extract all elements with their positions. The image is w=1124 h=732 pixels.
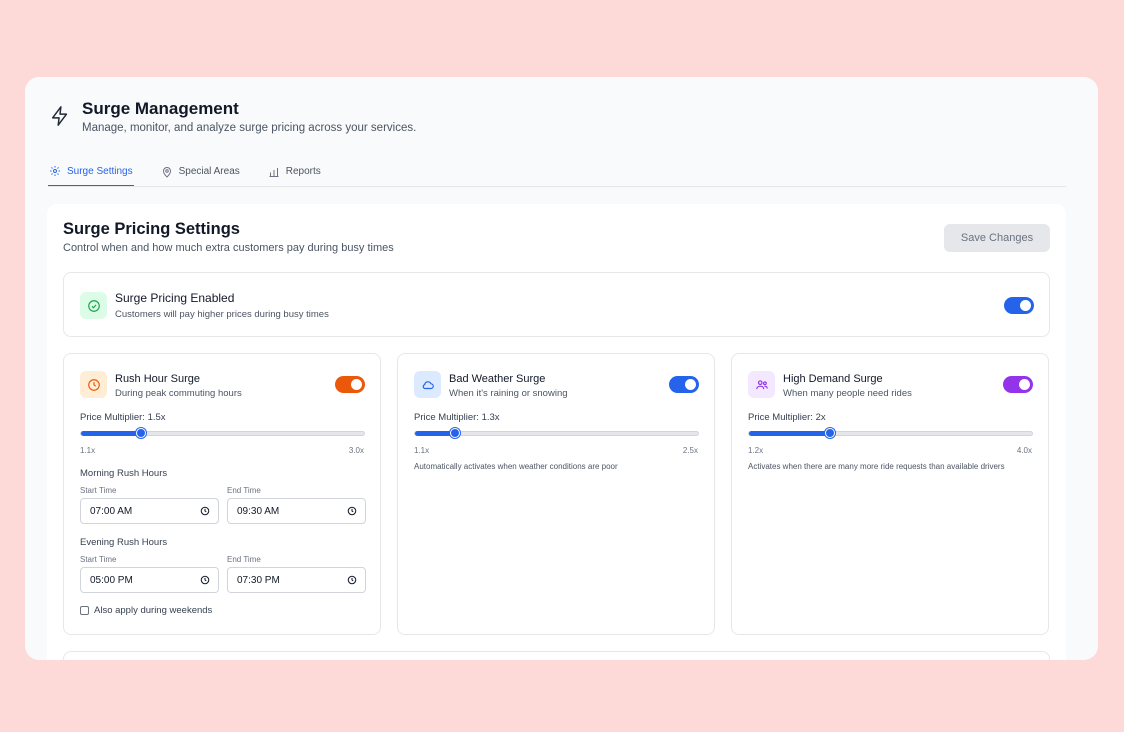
slider-thumb[interactable] <box>824 428 835 438</box>
slider-max-label: 3.0x <box>348 446 364 455</box>
time-value: 05:00 PM <box>90 574 133 586</box>
rush-hour-description: During peak commuting hours <box>115 388 242 399</box>
clock-icon <box>200 575 210 585</box>
surge-enabled-toggle[interactable] <box>1004 297 1034 314</box>
panel-title: Surge Pricing Settings <box>63 220 240 238</box>
weekend-checkbox[interactable] <box>80 606 89 615</box>
rush-hour-card: Rush Hour Surge During peak commuting ho… <box>63 353 381 635</box>
time-value: 07:00 AM <box>90 505 133 517</box>
map-pin-icon <box>162 166 171 178</box>
slider-min-label: 1.1x <box>414 446 430 455</box>
high-demand-note: Activates when there are many more ride … <box>748 462 1005 471</box>
high-demand-toggle[interactable] <box>1003 376 1033 393</box>
high-demand-card: High Demand Surge When many people need … <box>731 353 1049 635</box>
page-subtitle: Manage, monitor, and analyze surge prici… <box>82 122 417 134</box>
clock-icon <box>347 506 357 516</box>
high-demand-title: High Demand Surge <box>783 373 883 385</box>
bad-weather-slider[interactable] <box>414 428 699 438</box>
rush-hour-toggle[interactable] <box>335 376 365 393</box>
morning-end-label: End Time <box>227 486 261 495</box>
evening-start-input[interactable]: 05:00 PM <box>80 567 219 593</box>
rush-hour-slider[interactable] <box>80 428 365 438</box>
check-circle-icon <box>80 292 107 319</box>
bar-chart-icon <box>269 167 279 177</box>
surge-enabled-card: Surge Pricing Enabled Customers will pay… <box>63 272 1050 337</box>
users-icon <box>748 371 775 398</box>
slider-min-label: 1.2x <box>748 446 764 455</box>
rush-hour-multiplier-label: Price Multiplier: 1.5x <box>80 412 166 423</box>
bad-weather-multiplier-label: Price Multiplier: 1.3x <box>414 412 500 423</box>
save-changes-button[interactable]: Save Changes <box>944 224 1050 252</box>
evening-end-input[interactable]: 07:30 PM <box>227 567 366 593</box>
app-window: Surge Management Manage, monitor, and an… <box>25 77 1098 660</box>
time-value: 07:30 PM <box>237 574 280 586</box>
cloud-icon <box>414 371 441 398</box>
morning-rush-label: Morning Rush Hours <box>80 468 168 479</box>
next-section-card <box>63 651 1050 660</box>
surge-enabled-description: Customers will pay higher prices during … <box>115 309 329 320</box>
tab-bar: Surge Settings Special Areas Reports <box>48 157 1066 187</box>
slider-max-label: 4.0x <box>1016 446 1032 455</box>
tab-label: Reports <box>285 166 321 177</box>
morning-start-input[interactable]: 07:00 AM <box>80 498 219 524</box>
evening-end-label: End Time <box>227 555 261 564</box>
morning-start-label: Start Time <box>80 486 117 495</box>
tab-label: Special Areas <box>178 166 240 177</box>
clock-icon <box>347 575 357 585</box>
slider-thumb[interactable] <box>135 428 146 438</box>
bad-weather-toggle[interactable] <box>669 376 699 393</box>
bad-weather-description: When it's raining or snowing <box>449 388 568 399</box>
time-value: 09:30 AM <box>237 505 280 517</box>
bad-weather-note: Automatically activates when weather con… <box>414 462 618 471</box>
page-title: Surge Management <box>82 99 239 118</box>
morning-end-input[interactable]: 09:30 AM <box>227 498 366 524</box>
page-header: Surge Management Manage, monitor, and an… <box>49 99 416 134</box>
clock-icon <box>80 371 107 398</box>
slider-fill <box>81 431 141 436</box>
surge-settings-panel: Surge Pricing Settings Control when and … <box>47 204 1066 660</box>
bad-weather-card: Bad Weather Surge When it's raining or s… <box>397 353 715 635</box>
bad-weather-title: Bad Weather Surge <box>449 373 546 385</box>
panel-subtitle: Control when and how much extra customer… <box>63 242 394 254</box>
tab-label: Surge Settings <box>67 165 133 177</box>
tab-reports[interactable]: Reports <box>267 157 322 186</box>
tab-special-areas[interactable]: Special Areas <box>160 157 241 186</box>
high-demand-slider[interactable] <box>748 428 1033 438</box>
bolt-icon <box>51 106 68 126</box>
evening-start-label: Start Time <box>80 555 117 564</box>
clock-icon <box>200 506 210 516</box>
weekend-label: Also apply during weekends <box>94 605 213 616</box>
high-demand-multiplier-label: Price Multiplier: 2x <box>748 412 826 423</box>
gear-icon <box>50 166 60 176</box>
weekend-option[interactable]: Also apply during weekends <box>80 605 212 616</box>
slider-thumb[interactable] <box>450 428 461 438</box>
slider-fill <box>749 431 830 436</box>
slider-fill <box>415 431 456 436</box>
rush-hour-title: Rush Hour Surge <box>115 373 200 385</box>
surge-enabled-title: Surge Pricing Enabled <box>115 291 235 305</box>
evening-rush-label: Evening Rush Hours <box>80 537 168 548</box>
high-demand-description: When many people need rides <box>783 388 912 399</box>
slider-min-label: 1.1x <box>80 446 96 455</box>
tab-surge-settings[interactable]: Surge Settings <box>48 157 134 186</box>
slider-max-label: 2.5x <box>682 446 698 455</box>
